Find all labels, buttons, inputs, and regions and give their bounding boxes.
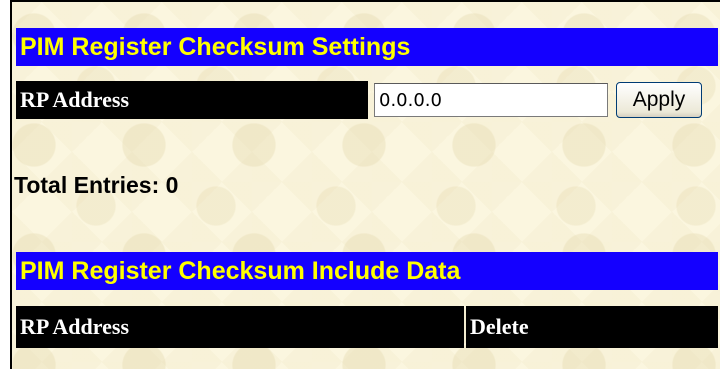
rp-address-input[interactable] <box>374 83 608 117</box>
include-data-section-title: PIM Register Checksum Include Data <box>16 252 718 290</box>
column-header-delete: Delete <box>466 306 718 348</box>
rp-address-label: RP Address <box>16 81 368 119</box>
settings-section-title: PIM Register Checksum Settings <box>16 28 718 66</box>
total-entries: Total Entries: 0 <box>14 172 179 198</box>
apply-button[interactable]: Apply <box>616 82 702 118</box>
column-header-rp-address: RP Address <box>16 306 464 348</box>
